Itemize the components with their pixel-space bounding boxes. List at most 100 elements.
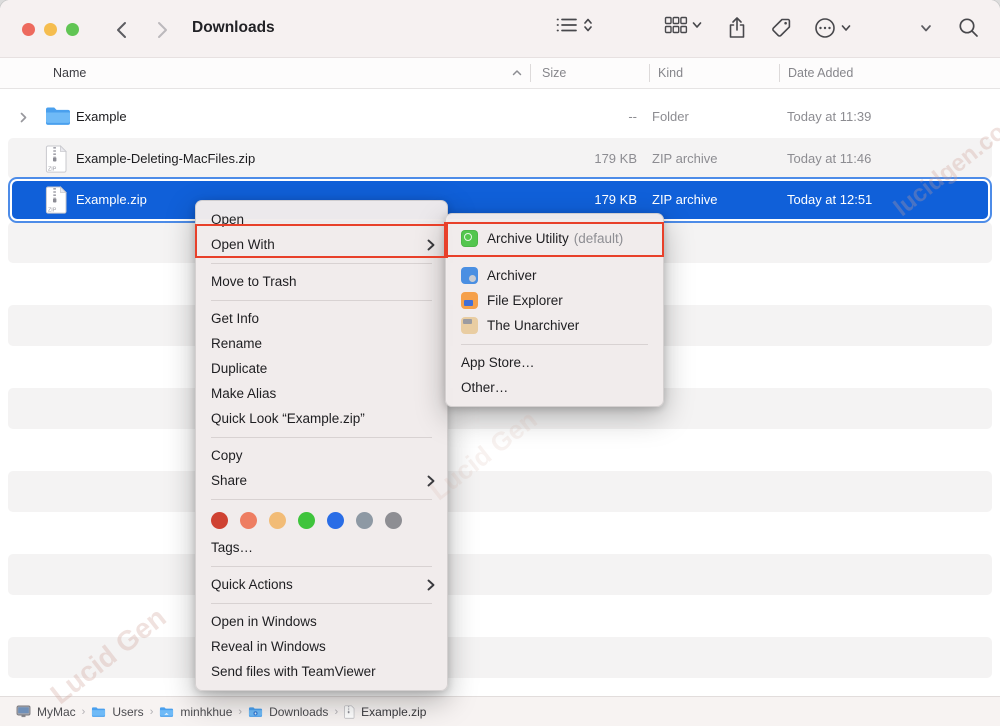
menu-item-move-to-trash[interactable]: Move to Trash xyxy=(196,269,447,294)
forward-button[interactable] xyxy=(149,17,175,43)
submenu-item-other[interactable]: Other… xyxy=(446,375,663,400)
tag-gray-blue[interactable] xyxy=(356,512,373,529)
menu-item-rename[interactable]: Rename xyxy=(196,331,447,356)
zoom-button[interactable] xyxy=(66,23,79,36)
tag-green[interactable] xyxy=(298,512,315,529)
column-divider[interactable] xyxy=(649,64,650,82)
chevron-right-icon xyxy=(157,21,168,39)
close-button[interactable] xyxy=(22,23,35,36)
group-by-button[interactable] xyxy=(664,16,702,34)
column-header-kind[interactable]: Kind xyxy=(658,66,683,80)
file-kind: ZIP archive xyxy=(652,192,718,207)
row-stripe xyxy=(8,554,992,596)
menu-item-send-files-teamviewer[interactable]: Send files with TeamViewer xyxy=(196,659,447,684)
tag-orange[interactable] xyxy=(240,512,257,529)
file-size: 179 KB xyxy=(540,151,637,166)
file-date-added: Today at 12:51 xyxy=(787,192,872,207)
submenu-item-the-unarchiver[interactable]: The Unarchiver xyxy=(446,313,663,338)
folder-icon xyxy=(91,706,106,718)
tag-blue[interactable] xyxy=(327,512,344,529)
share-icon xyxy=(727,16,747,40)
svg-text:ZIP: ZIP xyxy=(48,166,57,172)
chevron-down-icon xyxy=(920,24,932,33)
column-header-size[interactable]: Size xyxy=(542,66,566,80)
menu-item-copy[interactable]: Copy xyxy=(196,443,447,468)
menu-item-tags[interactable]: Tags… xyxy=(196,535,447,560)
folder-icon xyxy=(45,105,71,127)
zip-file-icon xyxy=(344,705,355,719)
column-header-date-added[interactable]: Date Added xyxy=(788,66,853,80)
back-button[interactable] xyxy=(108,17,134,43)
view-mode-button[interactable] xyxy=(556,16,594,34)
menu-separator xyxy=(211,499,432,500)
column-divider[interactable] xyxy=(779,64,780,82)
breadcrumb-separator: › xyxy=(82,706,86,718)
annotation-box-open-with xyxy=(195,224,448,258)
traffic-lights xyxy=(22,23,79,36)
row-stripe xyxy=(8,471,992,513)
menu-item-share[interactable]: Share xyxy=(196,468,447,493)
breadcrumb-users[interactable]: Users xyxy=(91,705,143,719)
breadcrumb-downloads[interactable]: Downloads xyxy=(248,705,328,719)
menu-separator xyxy=(211,437,432,438)
file-date-added: Today at 11:46 xyxy=(787,151,871,166)
more-actions-button[interactable] xyxy=(813,16,851,40)
archiver-icon xyxy=(461,267,478,284)
file-explorer-icon xyxy=(461,292,478,309)
file-name: Example.zip xyxy=(76,192,147,207)
menu-separator xyxy=(211,566,432,567)
file-row-example-folder[interactable]: Example -- Folder Today at 11:39 xyxy=(0,96,1000,138)
menu-item-get-info[interactable]: Get Info xyxy=(196,306,447,331)
file-kind: ZIP archive xyxy=(652,151,718,166)
column-divider[interactable] xyxy=(530,64,531,82)
tag-color-row xyxy=(196,505,447,535)
menu-item-open-in-windows[interactable]: Open in Windows xyxy=(196,609,447,634)
window-title: Downloads xyxy=(192,19,275,37)
menu-separator xyxy=(461,344,648,345)
tag-yellow[interactable] xyxy=(269,512,286,529)
chevron-down-icon xyxy=(841,24,851,32)
submenu-arrow-icon xyxy=(427,579,435,591)
zip-file-icon: ZIP xyxy=(45,186,68,214)
toolbar-overflow-button[interactable] xyxy=(920,24,932,33)
submenu-arrow-icon xyxy=(427,475,435,487)
column-header-name[interactable]: Name xyxy=(53,66,86,80)
submenu-item-app-store[interactable]: App Store… xyxy=(446,350,663,375)
annotation-box-archive-utility xyxy=(444,222,664,257)
breadcrumb-mymac[interactable]: MyMac xyxy=(16,705,76,719)
home-folder-icon xyxy=(159,706,174,718)
finder-window: Downloads xyxy=(0,0,1000,726)
file-name: Example-Deleting-MacFiles.zip xyxy=(76,151,255,166)
disclosure-chevron-icon[interactable] xyxy=(20,112,27,123)
menu-item-quick-actions[interactable]: Quick Actions xyxy=(196,572,447,597)
submenu-item-file-explorer[interactable]: File Explorer xyxy=(446,288,663,313)
search-button[interactable] xyxy=(957,16,980,39)
menu-item-make-alias[interactable]: Make Alias xyxy=(196,381,447,406)
file-kind: Folder xyxy=(652,109,689,124)
menu-item-quick-look[interactable]: Quick Look “Example.zip” xyxy=(196,406,447,431)
menu-separator xyxy=(211,263,432,264)
tag-red[interactable] xyxy=(211,512,228,529)
row-stripe xyxy=(8,637,992,679)
breadcrumb-separator: › xyxy=(238,706,242,718)
tag-gray[interactable] xyxy=(385,512,402,529)
breadcrumb-minhkhue[interactable]: minhkhue xyxy=(159,705,232,719)
minimize-button[interactable] xyxy=(44,23,57,36)
menu-item-reveal-in-windows[interactable]: Reveal in Windows xyxy=(196,634,447,659)
zip-file-icon: ZIP xyxy=(45,145,68,173)
submenu-item-archiver[interactable]: Archiver xyxy=(446,263,663,288)
column-headers: Name Size Kind Date Added xyxy=(0,58,1000,89)
menu-separator xyxy=(211,300,432,301)
search-icon xyxy=(957,16,980,39)
context-menu: Open Open With Move to Trash Get Info Re… xyxy=(195,200,448,691)
unarchiver-icon xyxy=(461,317,478,334)
svg-text:ZIP: ZIP xyxy=(48,207,57,213)
breadcrumb-example-zip[interactable]: Example.zip xyxy=(344,705,426,719)
file-size: 179 KB xyxy=(540,192,637,207)
tag-button[interactable] xyxy=(769,16,793,40)
sort-ascending-icon[interactable] xyxy=(512,69,522,76)
menu-item-duplicate[interactable]: Duplicate xyxy=(196,356,447,381)
file-row-example-deleting-macfiles-zip[interactable]: ZIP Example-Deleting-MacFiles.zip 179 KB… xyxy=(0,138,1000,180)
chevron-left-icon xyxy=(116,21,127,39)
share-button[interactable] xyxy=(727,16,747,40)
